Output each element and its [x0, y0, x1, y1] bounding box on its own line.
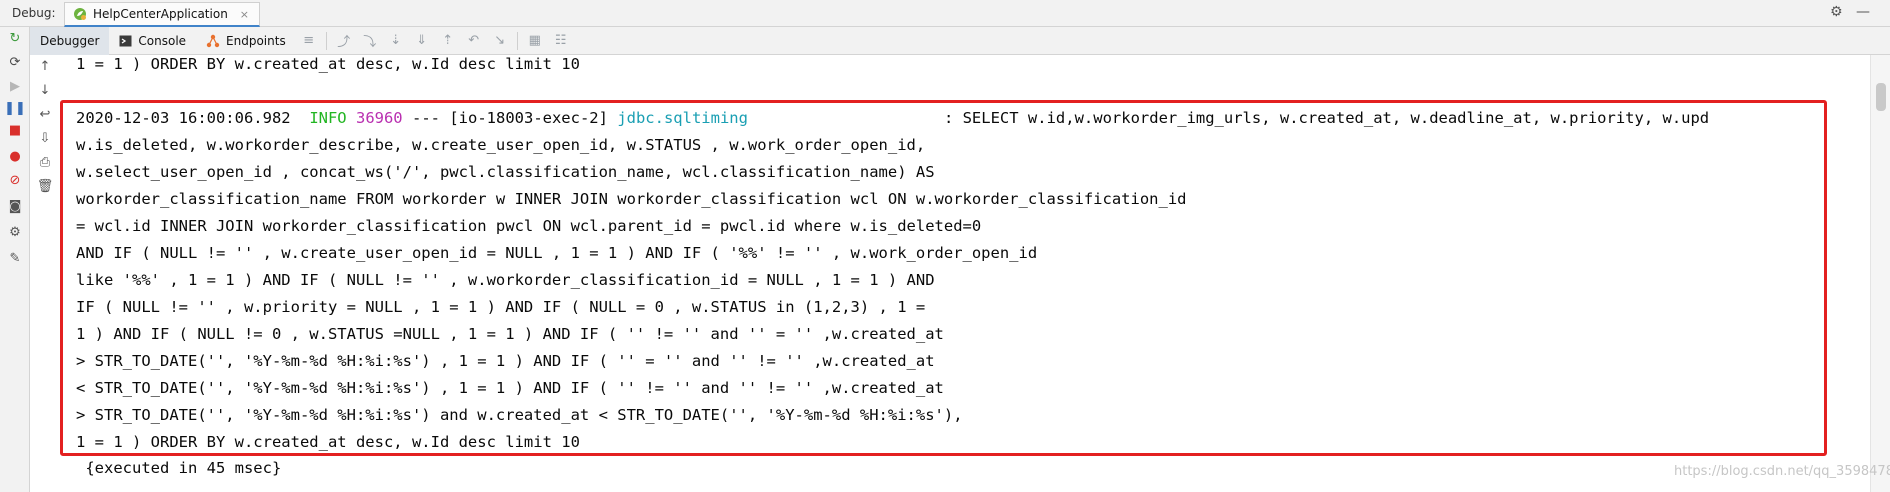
spring-boot-icon: [74, 8, 86, 20]
drop-frame-icon[interactable]: ↶: [461, 33, 487, 48]
console-scrollbar[interactable]: [1870, 55, 1890, 492]
soft-wrap-icon[interactable]: ↩: [30, 107, 60, 122]
down-arrow-icon[interactable]: ↓: [30, 83, 60, 98]
log-thread: --- [io-18003-exec-2]: [412, 109, 608, 127]
step-into-icon[interactable]: ⇣: [383, 33, 409, 48]
console-output[interactable]: 1 = 1 ) ORDER BY w.created_at desc, w.Id…: [60, 55, 1870, 492]
evaluate-expression-icon[interactable]: ▦: [522, 33, 548, 48]
log-message: : SELECT w.id,w.workorder_img_urls, w.cr…: [943, 109, 1710, 127]
menu-icon[interactable]: ≡: [296, 33, 322, 48]
resume-icon[interactable]: ▶: [0, 79, 30, 94]
sql-line: > STR_TO_DATE('', '%Y-%m-%d %H:%i:%s') a…: [76, 406, 963, 424]
toolbar-divider: [325, 31, 327, 50]
log-pid: 36960: [355, 109, 403, 127]
refresh-icon[interactable]: ⟳: [0, 55, 30, 70]
step-out-icon[interactable]: ⇡: [435, 33, 461, 48]
log-timestamp: 2020-12-03 16:00:06.982: [76, 109, 291, 127]
debug-actions-bar: ↻ ⟳ ▶ ❚❚ ■ ● ⊘ ◙ ⚙ ✎: [0, 27, 30, 492]
debug-titlebar: Debug: HelpCenterApplication × ⚙ —: [0, 0, 1890, 27]
tab-endpoints-label: Endpoints: [226, 33, 286, 48]
print-icon[interactable]: ⎙: [30, 155, 60, 170]
minimize-icon[interactable]: —: [1856, 4, 1870, 20]
sql-line: < STR_TO_DATE('', '%Y-%m-%d %H:%i:%s') ,…: [76, 379, 944, 397]
trash-icon[interactable]: 🗑: [30, 179, 60, 194]
trace-icon[interactable]: ☷: [548, 33, 574, 48]
settings-icon[interactable]: ⚙: [0, 225, 30, 240]
mute-breakpoints-icon[interactable]: ⊘: [0, 173, 30, 188]
console-icon: [119, 35, 132, 46]
debugger-toolbar: Debugger Console Endpoints ≡ ⤴ ⤵ ⇣ ⇓ ⇡ ↶…: [30, 26, 1890, 55]
log-header-line: 2020-12-03 16:00:06.982 INFO 36960 --- […: [76, 109, 1709, 127]
gear-icon[interactable]: ⚙: [1830, 4, 1843, 20]
debug-label: Debug:: [12, 6, 56, 20]
force-step-into-icon[interactable]: ⇓: [409, 33, 435, 48]
tab-console[interactable]: Console: [109, 27, 196, 55]
scroll-to-end-icon[interactable]: ⇩: [30, 131, 60, 146]
rerun-icon[interactable]: ↻: [0, 31, 30, 46]
log-level: INFO: [309, 109, 347, 127]
sql-line: w.select_user_open_id , concat_ws('/', p…: [76, 163, 935, 181]
executed-time-line: {executed in 45 msec}: [76, 459, 282, 477]
up-arrow-icon[interactable]: ↑: [30, 59, 60, 74]
pin-icon[interactable]: ✎: [0, 251, 30, 266]
sql-line: AND IF ( NULL != '' , w.create_user_open…: [76, 244, 1038, 262]
view-breakpoints-icon[interactable]: ●: [0, 149, 30, 164]
sql-line: like '%%' , 1 = 1 ) AND IF ( NULL != '' …: [76, 271, 935, 289]
log-logger: jdbc.sqltiming: [617, 109, 748, 127]
run-config-title: HelpCenterApplication: [93, 7, 228, 21]
scrollbar-thumb[interactable]: [1876, 83, 1886, 111]
tab-console-label: Console: [138, 33, 187, 48]
show-execution-point-icon[interactable]: ⤴: [331, 31, 357, 50]
tab-debugger-label: Debugger: [40, 33, 100, 48]
sql-line: 1 ) AND IF ( NULL != 0 , w.STATUS =NULL …: [76, 325, 944, 343]
sql-line: = wcl.id INNER JOIN workorder_classifica…: [76, 217, 982, 235]
sql-line: IF ( NULL != '' , w.priority = NULL , 1 …: [76, 298, 926, 316]
step-over-icon[interactable]: ⤵: [357, 31, 383, 50]
tab-endpoints[interactable]: Endpoints: [196, 27, 296, 55]
run-config-tab[interactable]: HelpCenterApplication ×: [64, 2, 261, 27]
camera-icon[interactable]: ◙: [0, 199, 30, 214]
endpoints-icon: [206, 34, 220, 47]
tab-debugger[interactable]: Debugger: [30, 26, 110, 55]
console-line: 1 = 1 ) ORDER BY w.created_at desc, w.Id…: [76, 55, 580, 73]
run-to-cursor-icon[interactable]: ↘: [487, 33, 513, 48]
sql-line: w.is_deleted, w.workorder_describe, w.cr…: [76, 136, 926, 154]
sql-line: 1 = 1 ) ORDER BY w.created_at desc, w.Id…: [76, 433, 580, 451]
console-actions-bar: ↑ ↓ ↩ ⇩ ⎙ 🗑: [30, 55, 60, 492]
stop-icon[interactable]: ■: [0, 123, 30, 138]
sql-line: workorder_classification_name FROM worko…: [76, 190, 1187, 208]
pause-icon[interactable]: ❚❚: [0, 101, 30, 116]
sql-line: > STR_TO_DATE('', '%Y-%m-%d %H:%i:%s') ,…: [76, 352, 935, 370]
watermark-text: https://blog.csdn.net/qq_35984781: [1674, 464, 1890, 479]
toolbar-divider: [516, 31, 518, 50]
close-icon[interactable]: ×: [240, 8, 249, 21]
